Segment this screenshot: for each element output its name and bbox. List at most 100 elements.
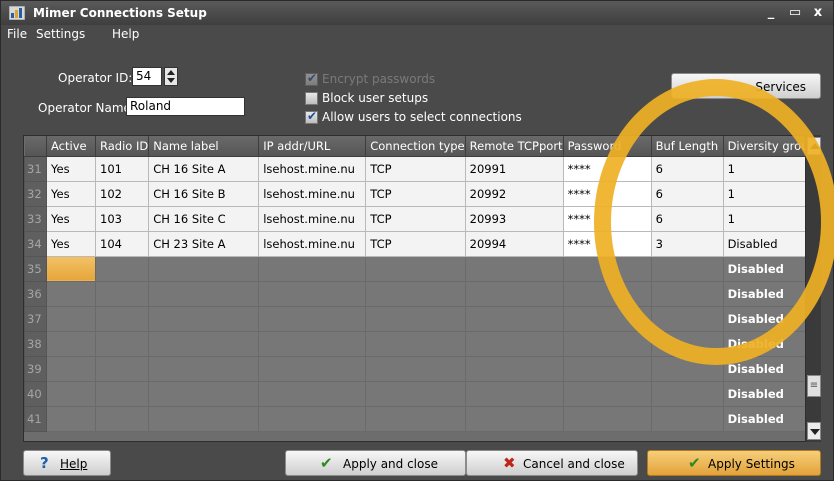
- cell-div[interactable]: Disabled: [722, 255, 817, 282]
- cell-buf[interactable]: 3: [650, 230, 724, 257]
- cell-div[interactable]: 1: [722, 155, 817, 182]
- cell-conn[interactable]: [365, 280, 466, 307]
- cell-buf[interactable]: [650, 305, 724, 332]
- cell-conn[interactable]: [365, 255, 466, 282]
- table-row[interactable]: 38 Disabled: [24, 330, 817, 357]
- cell-active[interactable]: [46, 305, 96, 332]
- cell-port[interactable]: [464, 330, 564, 357]
- services-button[interactable]: Services: [671, 73, 821, 99]
- table-row[interactable]: 40 Disabled: [24, 380, 817, 407]
- cell-name[interactable]: [148, 380, 260, 407]
- table-row[interactable]: 32 Yes 102 CH 16 Site Blsehost.mine.nu TCP 20…: [24, 180, 817, 207]
- scroll-thumb-grip-icon[interactable]: ≡: [807, 375, 821, 397]
- cell-ip[interactable]: lsehost.mine.nu: [258, 230, 367, 257]
- cell-name[interactable]: CH 16 Site C: [148, 205, 260, 232]
- cell-radio[interactable]: [94, 405, 150, 432]
- cell-port[interactable]: 20992: [464, 180, 564, 207]
- cell-port[interactable]: [464, 405, 564, 432]
- cell-div[interactable]: 1: [722, 205, 817, 232]
- cell-pw[interactable]: [562, 380, 652, 407]
- cell-pw[interactable]: [562, 330, 652, 357]
- cell-buf[interactable]: [650, 405, 724, 432]
- column-header[interactable]: Remote TCPport: [465, 136, 564, 157]
- cell-name[interactable]: CH 16 Site A: [148, 155, 260, 182]
- cell-pw[interactable]: [562, 355, 652, 382]
- cell-radio[interactable]: 103: [94, 205, 150, 232]
- cell-ip[interactable]: lsehost.mine.nu: [258, 155, 367, 182]
- close-button[interactable]: x: [809, 4, 827, 22]
- cell-radio[interactable]: [94, 280, 150, 307]
- cancel-and-close-button[interactable]: ✖ Cancel and close: [466, 450, 638, 476]
- table-row[interactable]: 36 Disabled: [24, 280, 817, 307]
- cell-conn[interactable]: TCP: [365, 205, 466, 232]
- apply-settings-button[interactable]: ✔ Apply Settings: [647, 450, 821, 476]
- cell-radio[interactable]: 104: [94, 230, 150, 257]
- cell-buf[interactable]: [650, 255, 724, 282]
- cell-name[interactable]: [148, 330, 260, 357]
- cell-port[interactable]: 20993: [464, 205, 564, 232]
- scroll-up-arrow-icon[interactable]: [807, 137, 821, 155]
- cell-active[interactable]: [46, 330, 96, 357]
- cell-name[interactable]: [148, 355, 260, 382]
- column-header[interactable]: Name label: [148, 136, 260, 157]
- maximize-button[interactable]: ▭: [786, 4, 804, 22]
- column-header[interactable]: Diversity group: [723, 136, 817, 157]
- cell-div[interactable]: Disabled: [722, 405, 817, 432]
- cell-active[interactable]: Yes: [46, 180, 96, 207]
- cell-port[interactable]: [464, 355, 564, 382]
- cell-ip[interactable]: [258, 255, 367, 282]
- cell-buf[interactable]: 6: [650, 155, 724, 182]
- table-row[interactable]: 31 Yes 101 CH 16 Site Alsehost.mine.nu TCP 20…: [24, 155, 817, 182]
- help-button[interactable]: ? Help: [23, 450, 111, 476]
- cell-port[interactable]: [464, 305, 564, 332]
- cell-port[interactable]: [464, 380, 564, 407]
- cell-ip[interactable]: lsehost.mine.nu: [258, 205, 367, 232]
- cell-buf[interactable]: 6: [650, 180, 724, 207]
- cell-conn[interactable]: TCP: [365, 180, 466, 207]
- cell-radio[interactable]: 102: [94, 180, 150, 207]
- allow-select-connections-checkbox[interactable]: [305, 109, 318, 124]
- cell-name[interactable]: CH 23 Site A: [148, 230, 260, 257]
- connections-grid[interactable]: Active Radio ID Name label IP addr/URL C…: [23, 135, 821, 442]
- cell-buf[interactable]: [650, 380, 724, 407]
- cell-pw[interactable]: ****: [562, 205, 652, 232]
- table-row[interactable]: 39 Disabled: [24, 355, 817, 382]
- table-row[interactable]: 35 Disabled: [24, 255, 817, 282]
- cell-ip[interactable]: [258, 280, 367, 307]
- column-header[interactable]: Radio ID: [95, 136, 150, 157]
- cell-active[interactable]: Yes: [46, 230, 96, 257]
- cell-conn[interactable]: [365, 405, 466, 432]
- table-row[interactable]: 37 Disabled: [24, 305, 817, 332]
- cell-port[interactable]: [464, 280, 564, 307]
- cell-ip[interactable]: [258, 405, 367, 432]
- cell-conn[interactable]: [365, 380, 466, 407]
- vertical-scrollbar[interactable]: ≡: [805, 135, 821, 442]
- operator-id-spinner[interactable]: [164, 67, 178, 86]
- cell-div[interactable]: Disabled: [722, 330, 817, 357]
- cell-pw[interactable]: [562, 255, 652, 282]
- cell-port[interactable]: 20994: [464, 230, 564, 257]
- cell-div[interactable]: Disabled: [722, 355, 817, 382]
- cell-ip[interactable]: [258, 380, 367, 407]
- cell-active[interactable]: Yes: [46, 205, 96, 232]
- cell-active[interactable]: [46, 380, 96, 407]
- cell-div[interactable]: 1: [722, 180, 817, 207]
- cell-name[interactable]: [148, 405, 260, 432]
- cell-radio[interactable]: [94, 255, 150, 282]
- menu-settings[interactable]: Settings: [36, 27, 85, 41]
- cell-div[interactable]: Disabled: [722, 380, 817, 407]
- cell-conn[interactable]: [365, 305, 466, 332]
- operator-name-field[interactable]: Roland: [126, 97, 245, 116]
- cell-pw[interactable]: [562, 280, 652, 307]
- column-header[interactable]: Password: [563, 136, 652, 157]
- apply-and-close-button[interactable]: ✔ Apply and close: [285, 450, 466, 476]
- cell-radio[interactable]: [94, 330, 150, 357]
- cell-pw[interactable]: ****: [562, 230, 652, 257]
- table-row[interactable]: 41 Disabled: [24, 405, 817, 432]
- cell-radio[interactable]: [94, 305, 150, 332]
- cell-radio[interactable]: [94, 355, 150, 382]
- cell-ip[interactable]: [258, 330, 367, 357]
- cell-name[interactable]: [148, 305, 260, 332]
- cell-buf[interactable]: [650, 330, 724, 357]
- menu-file[interactable]: File: [7, 27, 27, 41]
